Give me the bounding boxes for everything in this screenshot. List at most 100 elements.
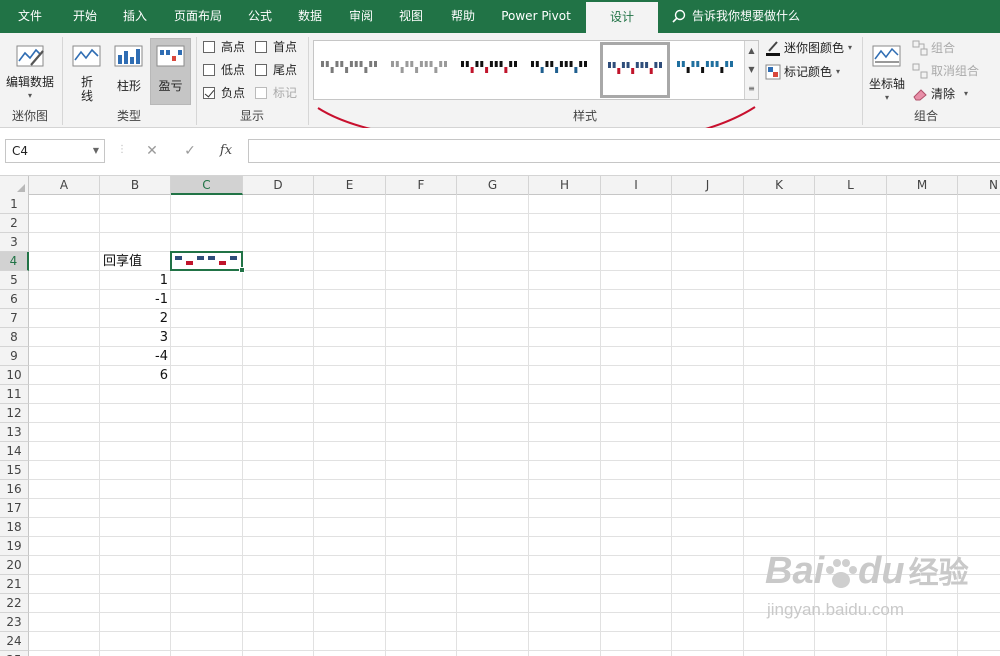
column-header-i[interactable]: I <box>601 176 672 195</box>
row-header-19[interactable]: 19 <box>0 537 29 556</box>
style-preview-bar <box>555 67 559 73</box>
style-option-2[interactable] <box>386 44 452 96</box>
select-all-button[interactable] <box>0 176 29 195</box>
style-option-1[interactable] <box>316 44 382 96</box>
row-header-15[interactable]: 15 <box>0 461 29 480</box>
marker-color-button[interactable]: 标记颜色 ▾ <box>765 62 857 82</box>
last-point-checkbox[interactable]: 尾点 <box>255 61 305 79</box>
ungroup-label: 取消组合 <box>931 64 980 78</box>
fill-handle[interactable] <box>239 267 245 273</box>
first-point-checkbox[interactable]: 首点 <box>255 38 305 56</box>
column-header-n[interactable]: N <box>958 176 1000 195</box>
row-header-5[interactable]: 5 <box>0 271 29 290</box>
gallery-more-button[interactable]: ≡ <box>744 79 758 99</box>
row-header-23[interactable]: 23 <box>0 613 29 632</box>
cell-b5[interactable]: 1 <box>100 271 171 290</box>
row-header-17[interactable]: 17 <box>0 499 29 518</box>
gallery-scroll-down[interactable]: ▼ <box>744 60 758 79</box>
column-header-c[interactable]: C <box>171 176 243 195</box>
tab-file[interactable]: 文件 <box>0 0 60 33</box>
cell-b4[interactable]: 回享值 <box>100 252 171 271</box>
column-header-k[interactable]: K <box>744 176 815 195</box>
style-preview-bar <box>439 61 443 67</box>
axis-button[interactable]: 坐标轴 ▾ <box>867 39 907 105</box>
sparkline-color-button[interactable]: 迷你图颜色 ▾ <box>765 38 857 58</box>
tab-formulas[interactable]: 公式 <box>236 0 284 33</box>
group-divider <box>862 37 863 125</box>
column-header-j[interactable]: J <box>672 176 744 195</box>
edit-data-button[interactable]: 编辑数据 ▾ <box>4 39 56 101</box>
sparkline-win-loss-button[interactable]: 盈亏 <box>150 38 191 105</box>
sparkline-line-button[interactable]: 折 线 <box>68 39 106 103</box>
row-header-21[interactable]: 21 <box>0 575 29 594</box>
row-header-24[interactable]: 24 <box>0 632 29 651</box>
tab-data[interactable]: 数据 <box>284 0 336 33</box>
column-header-h[interactable]: H <box>529 176 601 195</box>
insert-function-icon[interactable]: fx <box>213 139 239 163</box>
row-header-3[interactable]: 3 <box>0 233 29 252</box>
cancel-icon[interactable]: ✕ <box>139 139 165 163</box>
clear-button[interactable]: 清除 ▾ <box>912 84 982 104</box>
style-option-5-selected[interactable] <box>600 42 670 98</box>
group-label-sparkline: 迷你图 <box>11 109 48 123</box>
row-header-2[interactable]: 2 <box>0 214 29 233</box>
active-cell-c4[interactable] <box>170 251 245 273</box>
name-box[interactable]: C4 ▼ <box>5 139 105 163</box>
high-point-checkbox[interactable]: 高点 <box>203 38 253 56</box>
style-option-4[interactable] <box>526 44 592 96</box>
row-header-12[interactable]: 12 <box>0 404 29 423</box>
row-header-10[interactable]: 10 <box>0 366 29 385</box>
tab-page-layout[interactable]: 页面布局 <box>160 0 236 33</box>
tab-power-pivot[interactable]: Power Pivot <box>490 0 582 33</box>
column-header-b[interactable]: B <box>100 176 171 195</box>
row-header-4[interactable]: 4 <box>0 252 29 271</box>
row-header-16[interactable]: 16 <box>0 480 29 499</box>
column-header-m[interactable]: M <box>887 176 958 195</box>
style-option-6[interactable] <box>672 44 738 96</box>
low-point-checkbox[interactable]: 低点 <box>203 61 253 79</box>
row-header-22[interactable]: 22 <box>0 594 29 613</box>
gallery-scroll-up[interactable]: ▲ <box>744 41 758 60</box>
row-header-1[interactable]: 1 <box>0 195 29 214</box>
row-header-9[interactable]: 9 <box>0 347 29 366</box>
sparkline-column-button[interactable]: 柱形 <box>110 39 148 103</box>
style-option-3[interactable] <box>456 44 522 96</box>
ribbon: 编辑数据 ▾ 迷你图 折 线 柱形 盈亏 类型 高点 首点 低点 尾点 负点 标… <box>0 33 1000 128</box>
row-header-8[interactable]: 8 <box>0 328 29 347</box>
column-header-f[interactable]: F <box>386 176 457 195</box>
row-header-11[interactable]: 11 <box>0 385 29 404</box>
tab-help[interactable]: 帮助 <box>436 0 490 33</box>
gridline-vertical <box>743 195 744 656</box>
style-preview-bar <box>612 62 616 68</box>
row-header-14[interactable]: 14 <box>0 442 29 461</box>
column-header-e[interactable]: E <box>314 176 386 195</box>
row-header-7[interactable]: 7 <box>0 309 29 328</box>
style-preview-bar <box>550 61 554 67</box>
column-header-d[interactable]: D <box>243 176 314 195</box>
cell-b8[interactable]: 3 <box>100 328 171 347</box>
row-header-18[interactable]: 18 <box>0 518 29 537</box>
column-header-l[interactable]: L <box>815 176 887 195</box>
negative-point-checkbox[interactable]: 负点 <box>203 84 253 102</box>
tab-insert[interactable]: 插入 <box>110 0 160 33</box>
gridline-horizontal <box>29 460 1000 461</box>
gridline-horizontal <box>29 612 1000 613</box>
enter-icon[interactable]: ✓ <box>177 139 203 163</box>
column-header-g[interactable]: G <box>457 176 529 195</box>
cell-b10[interactable]: 6 <box>100 366 171 385</box>
ungroup-icon <box>912 63 928 79</box>
tab-view[interactable]: 视图 <box>386 0 436 33</box>
cell-b9[interactable]: -4 <box>100 347 171 366</box>
column-label: 柱形 <box>116 79 141 93</box>
row-header-25[interactable]: 25 <box>0 651 29 656</box>
tab-design[interactable]: 设计 <box>586 2 658 33</box>
row-header-13[interactable]: 13 <box>0 423 29 442</box>
tab-review[interactable]: 审阅 <box>336 0 386 33</box>
cell-b6[interactable]: -1 <box>100 290 171 309</box>
row-header-20[interactable]: 20 <box>0 556 29 575</box>
tab-home[interactable]: 开始 <box>60 0 110 33</box>
formula-input[interactable] <box>248 139 1000 163</box>
row-header-6[interactable]: 6 <box>0 290 29 309</box>
column-header-a[interactable]: A <box>29 176 100 195</box>
cell-b7[interactable]: 2 <box>100 309 171 328</box>
